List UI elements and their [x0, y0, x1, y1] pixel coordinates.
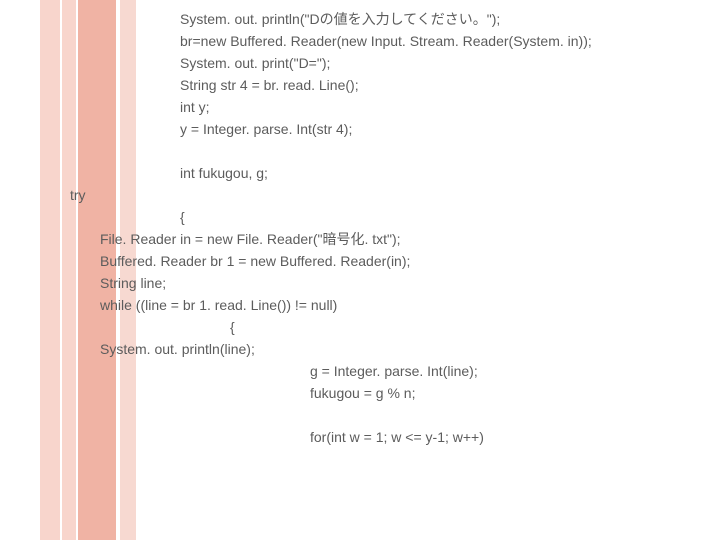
code-line: int fukugou, g; [0, 162, 720, 184]
code-line: System. out. println(line); [0, 338, 720, 360]
code-line: try [0, 184, 720, 206]
code-line: y = Integer. parse. Int(str 4); [0, 118, 720, 140]
code-line: System. out. println("Dの値を入力してください。"); [0, 8, 720, 30]
code-line: File. Reader in = new File. Reader("暗号化.… [0, 228, 720, 250]
slide-content: System. out. println("Dの値を入力してください。"); b… [0, 0, 720, 448]
code-line: String str 4 = br. read. Line(); [0, 74, 720, 96]
code-line: br=new Buffered. Reader(new Input. Strea… [0, 30, 720, 52]
code-line: fukugou = g % n; [0, 382, 720, 404]
code-line: int y; [0, 96, 720, 118]
code-line: Buffered. Reader br 1 = new Buffered. Re… [0, 250, 720, 272]
code-line: for(int w = 1; w <= y-1; w++) [0, 426, 720, 448]
code-line: String line; [0, 272, 720, 294]
code-line: { [0, 316, 720, 338]
code-line: while ((line = br 1. read. Line()) != nu… [0, 294, 720, 316]
code-line: { [0, 206, 720, 228]
code-line: g = Integer. parse. Int(line); [0, 360, 720, 382]
code-line: System. out. print("D="); [0, 52, 720, 74]
